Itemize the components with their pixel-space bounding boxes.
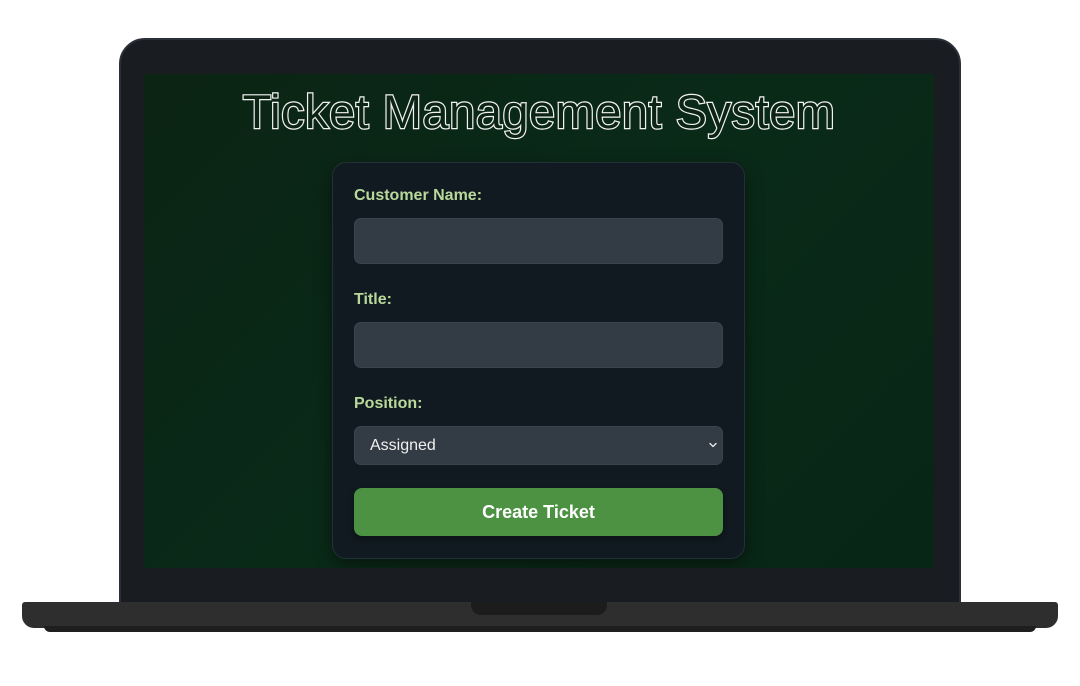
customer-name-input[interactable] — [354, 218, 723, 264]
laptop-mockup: Ticket Management System Customer Name: … — [0, 0, 1080, 686]
customer-name-label: Customer Name: — [354, 187, 483, 204]
position-selected-value: Assigned — [370, 437, 436, 454]
ticket-form: Customer Name: Title: Position: Assigned… — [332, 162, 745, 559]
laptop-hinge-notch — [471, 602, 607, 615]
app-screen: Ticket Management System Customer Name: … — [144, 74, 934, 568]
title-input[interactable] — [354, 322, 723, 368]
chevron-down-icon — [709, 442, 717, 448]
title-label: Title: — [354, 291, 392, 308]
page-title: Ticket Management System — [241, 84, 836, 139]
laptop-foot — [44, 626, 1036, 632]
position-select[interactable]: Assigned — [354, 426, 723, 465]
position-label: Position: — [354, 395, 423, 412]
create-ticket-button[interactable]: Create Ticket — [354, 488, 723, 536]
